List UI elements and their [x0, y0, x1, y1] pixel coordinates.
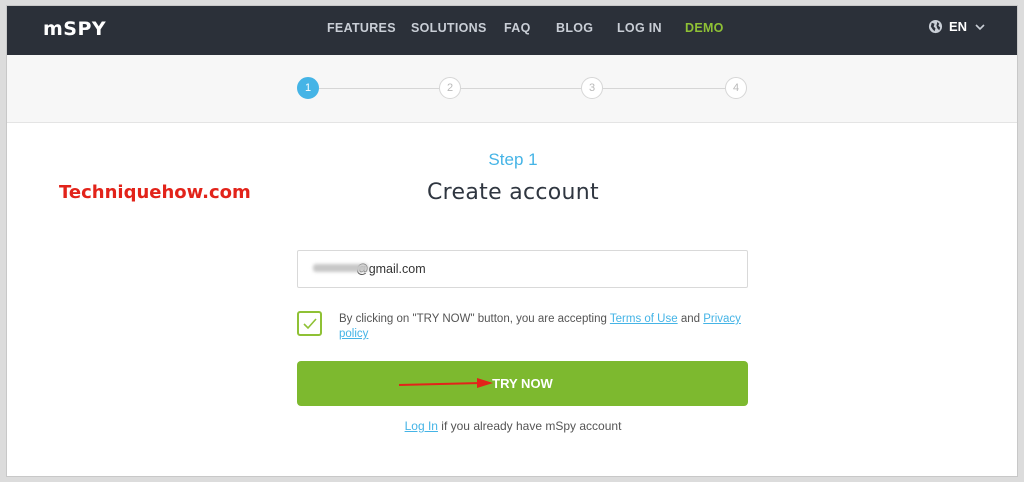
terms-prefix: By clicking on "TRY NOW" button, you are…: [339, 313, 610, 325]
page-frame: mSPY FEATURES SOLUTIONS FAQ BLOG LOG IN …: [6, 5, 1018, 477]
language-selector[interactable]: EN: [928, 19, 985, 34]
top-nav: mSPY FEATURES SOLUTIONS FAQ BLOG LOG IN …: [7, 6, 1017, 55]
progress-stepper: 1 2 3 4: [7, 55, 1017, 123]
terms-checkbox[interactable]: [297, 311, 322, 336]
step-connector: [319, 88, 439, 89]
login-suffix: if you already have mSpy account: [437, 419, 622, 433]
step-connector: [603, 88, 725, 89]
step-1: 1: [297, 77, 319, 99]
nav-item-demo[interactable]: DEMO: [685, 21, 724, 35]
globe-icon: [928, 19, 943, 34]
step-label: Step 1: [488, 150, 538, 169]
language-label: EN: [949, 19, 968, 34]
logo-text: mSPY: [43, 18, 107, 40]
login-link[interactable]: Log In: [405, 419, 438, 433]
terms-of-use-link[interactable]: Terms of Use: [610, 313, 678, 325]
nav-item-login[interactable]: LOG IN: [617, 21, 662, 35]
red-arrow-annotation-icon: [398, 378, 493, 388]
nav-item-blog[interactable]: BLOG: [556, 21, 593, 35]
chevron-down-icon: [975, 23, 985, 30]
nav-item-solutions[interactable]: SOLUTIONS: [411, 21, 487, 35]
mspy-logo[interactable]: mSPY: [43, 18, 106, 40]
terms-and: and: [677, 313, 704, 325]
login-prompt: Log In if you already have mSpy account: [7, 419, 1017, 433]
step-2: 2: [439, 77, 461, 99]
nav-item-faq[interactable]: FAQ: [504, 21, 531, 35]
step-3: 3: [581, 77, 603, 99]
checkmark-icon: [302, 317, 317, 329]
terms-text: By clicking on "TRY NOW" button, you are…: [339, 312, 749, 342]
try-now-button[interactable]: TRY NOW: [297, 361, 748, 406]
nav-item-features[interactable]: FEATURES: [327, 21, 396, 35]
step-connector: [461, 88, 581, 89]
redacted-email-prefix: [313, 264, 368, 272]
step-4: 4: [725, 77, 747, 99]
page-title: Create account: [427, 180, 599, 205]
